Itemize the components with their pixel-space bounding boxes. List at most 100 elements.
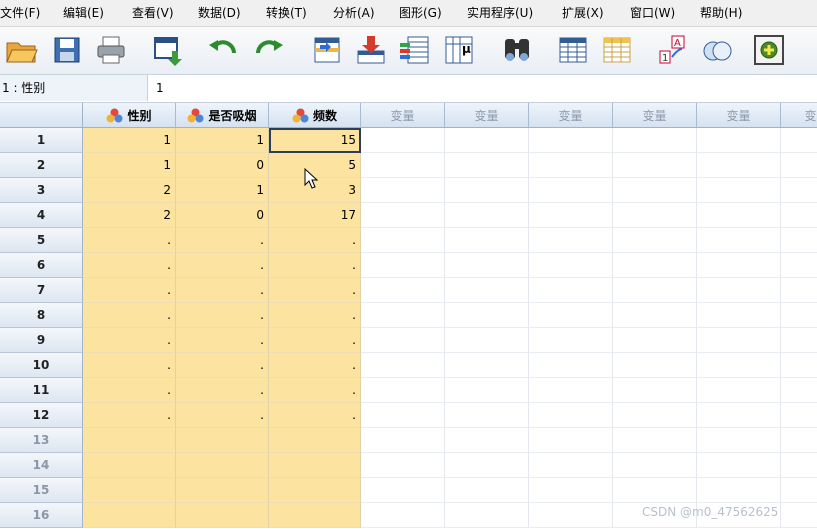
column-header-empty[interactable]: 变量 [445, 103, 529, 128]
row-header[interactable]: 14 [0, 453, 83, 478]
column-header-variable[interactable]: 频数 [269, 103, 361, 128]
data-cell[interactable]: . [269, 328, 361, 353]
row-header[interactable]: 16 [0, 503, 83, 528]
data-cell[interactable] [781, 278, 817, 303]
data-cell[interactable]: . [269, 378, 361, 403]
data-cell[interactable] [445, 278, 529, 303]
row-header[interactable]: 6 [0, 253, 83, 278]
data-cell[interactable]: . [176, 278, 269, 303]
row-header[interactable]: 4 [0, 203, 83, 228]
data-cell[interactable] [697, 153, 781, 178]
data-cell[interactable] [361, 153, 445, 178]
data-cell[interactable] [613, 328, 697, 353]
row-header[interactable]: 1 [0, 128, 83, 153]
data-cell[interactable]: . [176, 378, 269, 403]
data-cell[interactable] [781, 453, 817, 478]
weight-cases-icon[interactable]: A1 [656, 33, 690, 67]
row-header[interactable]: 8 [0, 303, 83, 328]
data-cell[interactable] [445, 378, 529, 403]
data-cell[interactable] [445, 353, 529, 378]
data-cell[interactable]: . [176, 228, 269, 253]
data-cell[interactable] [529, 403, 613, 428]
data-cell[interactable] [361, 378, 445, 403]
menu-view[interactable]: 查看(V) [132, 4, 174, 21]
data-cell[interactable] [697, 378, 781, 403]
data-cell[interactable] [697, 428, 781, 453]
data-cell[interactable] [269, 428, 361, 453]
data-cell[interactable] [361, 178, 445, 203]
variables-icon[interactable] [398, 33, 432, 67]
data-cell[interactable]: 1 [176, 178, 269, 203]
data-cell[interactable]: . [83, 353, 176, 378]
data-cell[interactable] [529, 503, 613, 528]
data-cell[interactable] [361, 478, 445, 503]
data-cell[interactable] [445, 428, 529, 453]
data-cell[interactable]: . [83, 228, 176, 253]
data-cell[interactable] [613, 128, 697, 153]
data-cell[interactable]: . [176, 403, 269, 428]
data-cell[interactable] [269, 453, 361, 478]
data-cell[interactable] [613, 228, 697, 253]
data-cell[interactable] [781, 153, 817, 178]
column-header-variable[interactable]: 性别 [83, 103, 176, 128]
descriptive-stats-icon[interactable]: μ [442, 33, 476, 67]
data-cell[interactable] [361, 328, 445, 353]
row-header[interactable]: 2 [0, 153, 83, 178]
row-header[interactable]: 12 [0, 403, 83, 428]
data-cell[interactable] [781, 203, 817, 228]
data-cell[interactable]: . [269, 303, 361, 328]
data-cell[interactable] [697, 253, 781, 278]
data-cell[interactable] [83, 428, 176, 453]
data-cell[interactable] [781, 428, 817, 453]
grid-corner[interactable] [0, 103, 83, 128]
data-cell[interactable] [781, 303, 817, 328]
data-cell[interactable] [83, 478, 176, 503]
data-cell[interactable] [781, 178, 817, 203]
data-cell[interactable]: 1 [83, 153, 176, 178]
row-header[interactable]: 5 [0, 228, 83, 253]
data-cell[interactable]: . [176, 353, 269, 378]
data-cell[interactable]: . [176, 253, 269, 278]
data-cell[interactable] [445, 203, 529, 228]
data-cell[interactable]: . [83, 378, 176, 403]
data-cell[interactable]: 0 [176, 203, 269, 228]
data-cell[interactable] [176, 478, 269, 503]
data-cell[interactable] [781, 503, 817, 528]
data-cell[interactable] [83, 453, 176, 478]
data-cell[interactable] [613, 428, 697, 453]
row-header[interactable]: 9 [0, 328, 83, 353]
data-cell[interactable] [361, 303, 445, 328]
data-cell[interactable] [781, 128, 817, 153]
data-cell[interactable]: . [176, 328, 269, 353]
data-cell[interactable] [697, 203, 781, 228]
data-cell[interactable] [613, 453, 697, 478]
data-cell[interactable] [529, 203, 613, 228]
column-header-empty[interactable]: 变量 [361, 103, 445, 128]
data-cell[interactable] [697, 178, 781, 203]
use-variable-sets-icon[interactable] [752, 33, 786, 67]
data-cell[interactable] [613, 153, 697, 178]
data-cell[interactable]: . [83, 303, 176, 328]
data-cell[interactable]: 2 [83, 203, 176, 228]
find-icon[interactable] [500, 33, 534, 67]
insert-cases-icon[interactable] [556, 33, 590, 67]
data-cell[interactable] [613, 203, 697, 228]
data-cell[interactable] [445, 153, 529, 178]
data-cell[interactable] [613, 353, 697, 378]
data-cell[interactable] [445, 478, 529, 503]
menu-graphs[interactable]: 图形(G) [399, 4, 442, 21]
data-cell[interactable]: . [269, 278, 361, 303]
data-cell[interactable] [697, 303, 781, 328]
data-cell[interactable] [445, 228, 529, 253]
data-cell[interactable] [781, 353, 817, 378]
menu-file[interactable]: 文件(F) [0, 4, 40, 21]
data-cell[interactable] [529, 478, 613, 503]
redo-icon[interactable] [252, 33, 286, 67]
data-cell[interactable]: 1 [83, 128, 176, 153]
cell-value-input[interactable]: 1 [152, 75, 164, 101]
data-cell[interactable] [529, 428, 613, 453]
column-header-variable[interactable]: 是否吸烟 [176, 103, 269, 128]
open-folder-icon[interactable] [4, 33, 38, 67]
data-cell[interactable] [529, 303, 613, 328]
data-cell[interactable] [445, 128, 529, 153]
